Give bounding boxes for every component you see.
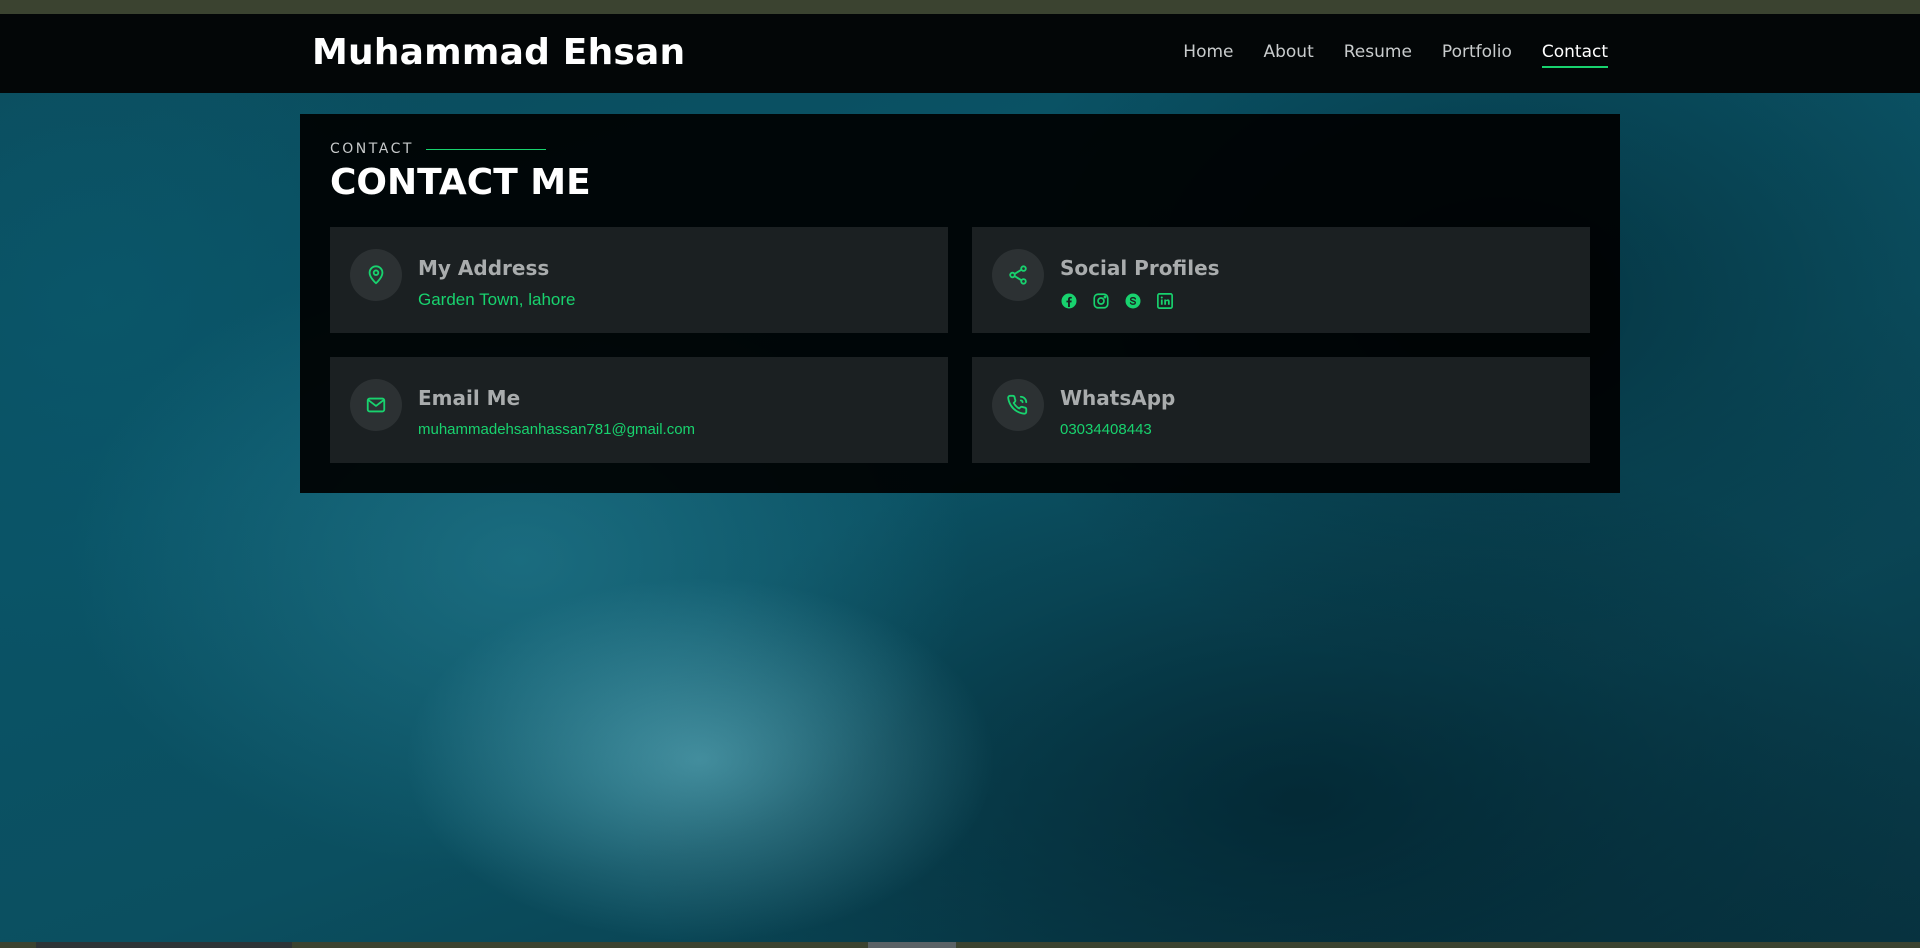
email-link[interactable]: muhammadehsanhassan781@gmail.com — [418, 421, 695, 438]
whatsapp-title: WhatsApp — [1060, 386, 1176, 410]
linkedin-icon[interactable] — [1156, 292, 1174, 310]
social-title: Social Profiles — [1060, 256, 1220, 280]
site-header: Muhammad Ehsan Home About Resume Portfol… — [0, 14, 1920, 93]
phone-call-icon — [992, 379, 1044, 431]
nav-home[interactable]: Home — [1183, 42, 1233, 68]
nav-about[interactable]: About — [1263, 42, 1313, 68]
email-card: Email Me muhammadehsanhassan781@gmail.co… — [330, 357, 948, 463]
social-card: Social Profiles — [972, 227, 1590, 333]
email-title: Email Me — [418, 386, 521, 410]
nav-resume[interactable]: Resume — [1344, 42, 1412, 68]
bottom-tab-right[interactable] — [868, 942, 956, 948]
section-label-line — [425, 148, 546, 150]
section-label-text: CONTACT — [330, 141, 414, 157]
whatsapp-card: WhatsApp 03034408443 — [972, 357, 1590, 463]
skype-icon[interactable] — [1124, 292, 1142, 310]
address-card: My Address Garden Town, lahore — [330, 227, 948, 333]
contact-section: CONTACT CONTACT ME My Address Garden Tow… — [300, 114, 1620, 493]
section-title: CONTACT ME — [330, 162, 591, 203]
brand-logo[interactable]: Muhammad Ehsan — [312, 32, 685, 73]
nav-contact[interactable]: Contact — [1541, 42, 1609, 68]
bottom-tab-left[interactable] — [36, 942, 292, 948]
envelope-icon — [350, 379, 402, 431]
section-label: CONTACT — [330, 141, 546, 157]
address-value: Garden Town, lahore — [418, 290, 576, 309]
social-links — [1060, 292, 1174, 310]
address-title: My Address — [418, 256, 550, 280]
share-icon — [992, 249, 1044, 301]
facebook-icon[interactable] — [1060, 292, 1078, 310]
instagram-icon[interactable] — [1092, 292, 1110, 310]
map-pin-icon — [350, 249, 402, 301]
main-nav: Home About Resume Portfolio Contact — [1183, 42, 1609, 68]
top-strip — [0, 0, 1920, 14]
nav-portfolio[interactable]: Portfolio — [1442, 42, 1512, 68]
whatsapp-number[interactable]: 03034408443 — [1060, 421, 1152, 438]
